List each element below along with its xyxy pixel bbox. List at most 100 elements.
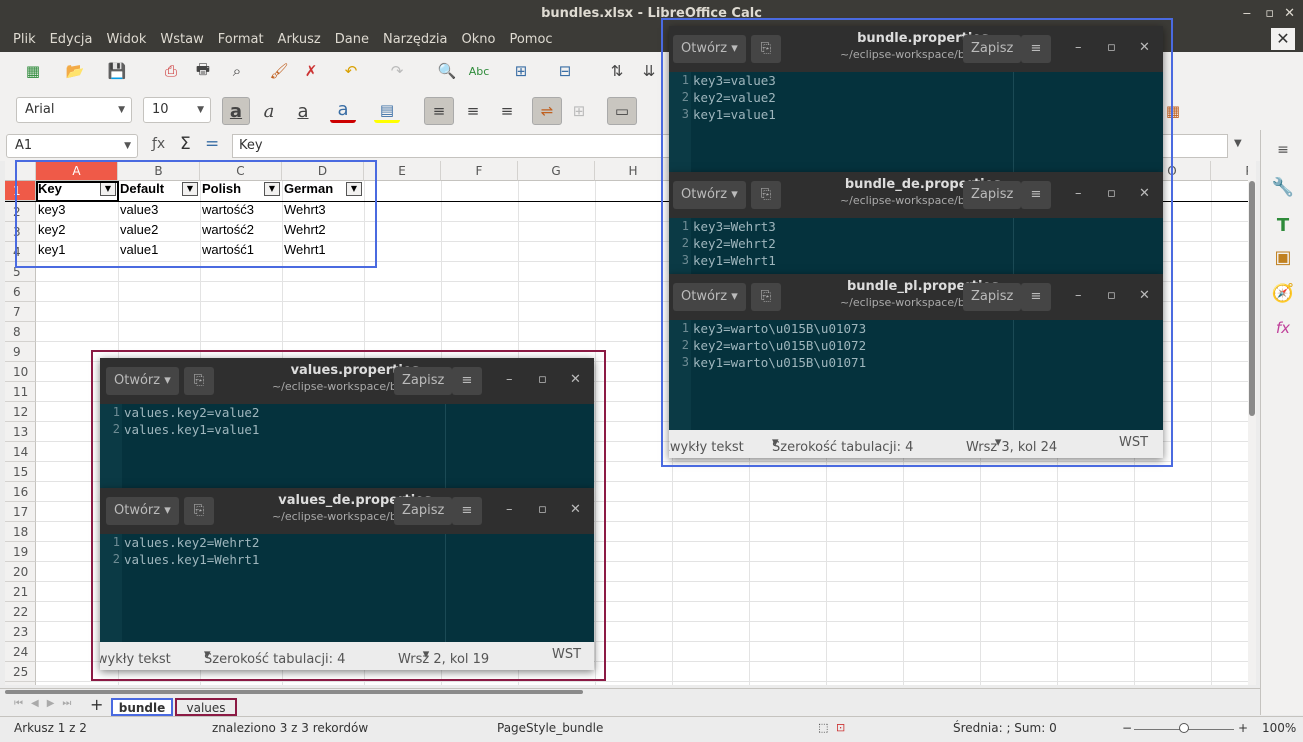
row-header[interactable]: 19 (5, 542, 36, 562)
close-icon[interactable]: ✕ (1284, 0, 1295, 28)
cursor-position-dropdown[interactable]: Wrsz 2, kol 19 ▾ (398, 647, 489, 667)
column-header-d[interactable]: D (282, 161, 364, 181)
editor-text-area[interactable]: key3=Wehrt3 key2=Wehrt2 key1=Wehrt1 (693, 218, 1163, 274)
selection-mode-icon[interactable]: ⬚ (818, 721, 828, 734)
minimize-icon[interactable]: – (506, 372, 513, 387)
styles-icon[interactable]: T (1271, 214, 1295, 238)
open-button[interactable]: Otwórz ▾ (106, 497, 179, 525)
export-pdf-icon[interactable]: ⎙ (158, 59, 184, 83)
close-icon[interactable]: ✕ (1139, 186, 1150, 201)
insert-column-icon[interactable]: ⊟ (552, 59, 578, 83)
insert-row-icon[interactable]: ⊞ (508, 59, 534, 83)
row-header[interactable]: 7 (5, 302, 36, 322)
align-center-icon[interactable]: ≡ (460, 99, 486, 123)
maximize-icon[interactable]: ▫ (538, 372, 547, 387)
menu-narzedzia[interactable]: Narzędzia (376, 28, 455, 52)
status-zoom[interactable]: 100% (1262, 721, 1296, 735)
hamburger-menu-icon[interactable]: ≡ (1021, 181, 1051, 209)
row-header[interactable]: 13 (5, 422, 36, 442)
open-button[interactable]: Otwórz ▾ (673, 35, 746, 63)
wrap-text-icon[interactable]: ⇌ (532, 97, 562, 125)
row-header[interactable]: 14 (5, 442, 36, 462)
open-button[interactable]: Otwórz ▾ (673, 181, 746, 209)
row-header[interactable]: 24 (5, 642, 36, 662)
row-header[interactable]: 22 (5, 602, 36, 622)
status-page-style[interactable]: PageStyle_bundle (497, 721, 603, 735)
open-button[interactable]: Otwórz ▾ (106, 367, 179, 395)
scrollbar-thumb[interactable] (1249, 181, 1255, 416)
find-replace-icon[interactable]: 🔍 (434, 59, 460, 83)
new-document-icon[interactable]: ⎘ (184, 497, 214, 525)
row-header[interactable]: 5 (5, 262, 36, 282)
hamburger-menu-icon[interactable]: ≡ (1021, 283, 1051, 311)
column-header-b[interactable]: B (118, 161, 200, 181)
editor-text-area[interactable]: key3=value3 key2=value2 key1=value1 (693, 72, 1163, 172)
underline-icon[interactable]: a (290, 99, 316, 123)
vertical-scrollbar[interactable] (1248, 161, 1256, 685)
save-button[interactable]: Zapisz (963, 35, 1022, 63)
editor-text-area[interactable]: values.key2=value2 values.key1=value1 (124, 404, 594, 488)
table-cell[interactable]: Wehrt3 (282, 200, 326, 220)
row-header[interactable]: 10 (5, 362, 36, 382)
tab-bundle[interactable]: bundle (111, 698, 173, 716)
minimize-icon[interactable]: – (1075, 288, 1082, 303)
font-name-combo[interactable]: Arial ▼ (16, 97, 132, 123)
function-wizard-icon[interactable]: ƒx (152, 136, 165, 152)
cursor-position-dropdown[interactable]: Wrsz 3, kol 24 ▾ (966, 435, 1057, 455)
sidebar-menu-icon[interactable]: ≡ (1271, 138, 1295, 162)
hamburger-menu-icon[interactable]: ≡ (452, 367, 482, 395)
maximize-icon[interactable]: ▫ (1107, 40, 1116, 55)
row-header[interactable]: 17 (5, 502, 36, 522)
hamburger-menu-icon[interactable]: ≡ (1021, 35, 1051, 63)
menu-pomoc[interactable]: Pomoc (502, 28, 559, 52)
menu-plik[interactable]: Plik (6, 28, 43, 52)
row-header[interactable]: 15 (5, 462, 36, 482)
table-cell[interactable]: key2 (36, 220, 65, 240)
open-button[interactable]: Otwórz ▾ (673, 283, 746, 311)
align-right-icon[interactable]: ≡ (494, 99, 520, 123)
new-document-icon[interactable]: ⎘ (751, 35, 781, 63)
tab-width-dropdown[interactable]: Szerokość tabulacji: 4 ▾ (772, 435, 913, 455)
font-size-combo[interactable]: 10 ▼ (143, 97, 211, 123)
expand-formula-icon[interactable]: ▼ (1234, 138, 1242, 149)
table-cell[interactable]: Wehrt2 (282, 220, 326, 240)
tab-values[interactable]: values (175, 698, 237, 716)
close-icon[interactable]: ✕ (570, 502, 581, 517)
autofilter-dropdown-icon[interactable]: ▼ (346, 182, 362, 196)
clone-formatting-icon[interactable]: 🖌 (266, 59, 292, 83)
font-color-icon[interactable]: a (330, 99, 356, 123)
menu-okno[interactable]: Okno (454, 28, 502, 52)
row-header[interactable]: 26 (5, 682, 36, 685)
column-header-e[interactable]: E (364, 161, 441, 181)
functions-icon[interactable]: fx (1271, 316, 1295, 340)
tab-nav-arrows-icon[interactable]: ⏮◀▶⏭ (14, 698, 79, 709)
table-cell[interactable]: Wehrt1 (282, 240, 326, 260)
minimize-icon[interactable]: – (506, 502, 513, 517)
document-close-icon[interactable]: ✕ (1271, 28, 1295, 50)
maximize-icon[interactable]: ▫ (1265, 0, 1274, 28)
print-icon[interactable]: 🖶 (190, 59, 216, 83)
column-header-f[interactable]: F (441, 161, 518, 181)
row-header[interactable]: 8 (5, 322, 36, 342)
sum-icon[interactable]: Σ (180, 134, 191, 154)
header-cell-german[interactable]: German (282, 179, 333, 199)
new-document-icon[interactable]: ▦ (20, 59, 46, 83)
name-box[interactable]: A1 ▼ (6, 134, 138, 158)
table-cell[interactable]: key3 (36, 200, 65, 220)
menu-wstaw[interactable]: Wstaw (153, 28, 210, 52)
bold-icon[interactable]: a (222, 97, 250, 125)
row-header[interactable]: 4 (5, 242, 36, 262)
gallery-icon[interactable]: ▣ (1271, 246, 1295, 270)
menu-arkusz[interactable]: Arkusz (271, 28, 328, 52)
hamburger-menu-icon[interactable]: ≡ (452, 497, 482, 525)
navigator-icon[interactable]: 🧭 (1271, 282, 1295, 306)
save-button[interactable]: Zapisz (394, 367, 453, 395)
zoom-in-icon[interactable]: + (1238, 721, 1248, 735)
table-cell[interactable]: value3 (118, 200, 158, 220)
row-header[interactable]: 12 (5, 402, 36, 422)
table-cell[interactable]: key1 (36, 240, 65, 260)
column-header-a[interactable]: A (36, 161, 118, 181)
align-left-icon[interactable]: ≡ (424, 97, 454, 125)
save-button[interactable]: Zapisz (963, 283, 1022, 311)
horizontal-scrollbar[interactable] (5, 690, 583, 694)
